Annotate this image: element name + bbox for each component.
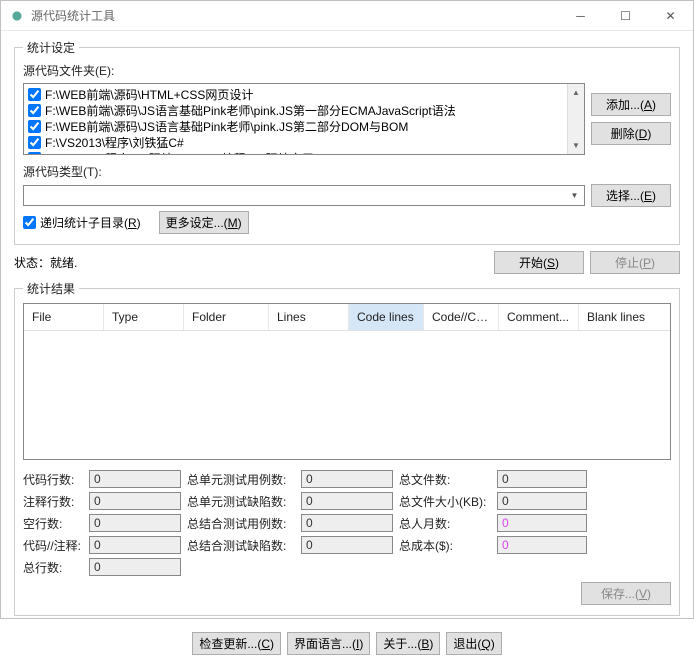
total-files-value: 0 <box>497 470 587 488</box>
total-size-value: 0 <box>497 492 587 510</box>
folder-checkbox[interactable] <box>28 104 41 117</box>
type-combobox[interactable]: ▼ <box>23 185 585 206</box>
list-item[interactable]: F:\VS2013\程序\刘铁猛C# <box>28 134 580 150</box>
type-label: 源代码类型(T): <box>23 163 671 180</box>
stat-label: 总结合测试用例数: <box>187 515 295 532</box>
stat-label: 总单元测试缺陷数: <box>187 493 295 510</box>
about-button[interactable]: 关于...(B) <box>376 632 440 655</box>
stat-label: 注释行数: <box>23 493 83 510</box>
stop-button: 停止(P) <box>590 251 680 274</box>
exit-button[interactable]: 退出(Q) <box>446 632 501 655</box>
content-area: 统计设定 源代码文件夹(E): F:\WEB前端\源码\HTML+CSS网页设计… <box>1 31 693 667</box>
stat-label: 总行数: <box>23 559 83 576</box>
more-settings-button[interactable]: 更多设定...(M) <box>159 211 249 234</box>
folders-label: 源代码文件夹(E): <box>23 62 671 79</box>
status-label: 状态： <box>14 256 50 270</box>
col-codeco[interactable]: Code//Co... <box>424 304 499 330</box>
maximize-button[interactable]: ☐ <box>603 1 648 31</box>
minimize-button[interactable]: ─ <box>558 1 603 31</box>
combo-cases-value: 0 <box>301 514 393 532</box>
code-lines-value: 0 <box>89 470 181 488</box>
col-folder[interactable]: Folder <box>184 304 269 330</box>
status-row: 状态：就绪. 开始(S) 停止(P) <box>14 251 680 274</box>
folder-checkbox[interactable] <box>28 136 41 149</box>
footer-buttons: 检查更新...(C) 界面语言...(I) 关于...(B) 退出(Q) <box>14 622 680 659</box>
total-lines-value: 0 <box>89 558 181 576</box>
combo-defects-value: 0 <box>301 536 393 554</box>
folder-checkbox[interactable] <box>28 120 41 133</box>
close-button[interactable]: ✕ <box>648 1 693 31</box>
list-item[interactable]: F:\WEB前端\源码\HTML+CSS网页设计 <box>28 86 580 102</box>
list-item[interactable]: F:\VS2013\程序\VC驿站Windows编程\VC驿站实用C++ <box>28 150 580 155</box>
col-blank[interactable]: Blank lines <box>579 304 654 330</box>
start-button[interactable]: 开始(S) <box>494 251 584 274</box>
result-group: 统计结果 File Type Folder Lines Code lines C… <box>14 280 680 616</box>
add-button[interactable]: 添加...(A) <box>591 93 671 116</box>
unit-cases-value: 0 <box>301 470 393 488</box>
save-button: 保存...(V) <box>581 582 671 605</box>
col-lines[interactable]: Lines <box>269 304 349 330</box>
status-value: 就绪. <box>50 256 77 270</box>
scroll-up-icon[interactable]: ▲ <box>568 84 584 101</box>
language-button[interactable]: 界面语言...(I) <box>287 632 370 655</box>
table-header: File Type Folder Lines Code lines Code//… <box>24 304 670 331</box>
col-codelines[interactable]: Code lines <box>349 304 424 330</box>
recurse-checkbox[interactable]: 递归统计子目录(R) <box>23 214 141 231</box>
stat-label: 空行数: <box>23 515 83 532</box>
code-comment-value: 0 <box>89 536 181 554</box>
stat-label: 总结合测试缺陷数: <box>187 537 295 554</box>
list-item[interactable]: F:\WEB前端\源码\JS语言基础Pink老师\pink.JS第一部分ECMA… <box>28 102 580 118</box>
col-file[interactable]: File <box>24 304 104 330</box>
folders-listbox[interactable]: F:\WEB前端\源码\HTML+CSS网页设计 F:\WEB前端\源码\JS语… <box>23 83 585 155</box>
window-title: 源代码统计工具 <box>31 7 558 24</box>
stat-label: 总文件大小(KB): <box>399 493 491 510</box>
stats-grid: 代码行数: 0 总单元测试用例数: 0 总文件数: 0 注释行数: 0 总单元测… <box>23 470 671 576</box>
result-listview[interactable]: File Type Folder Lines Code lines Code//… <box>23 303 671 460</box>
stat-label: 总成本($): <box>399 537 491 554</box>
stat-label: 代码行数: <box>23 471 83 488</box>
scroll-down-icon[interactable]: ▼ <box>568 137 584 154</box>
folder-checkbox[interactable] <box>28 88 41 101</box>
col-comment[interactable]: Comment... <box>499 304 579 330</box>
stat-label: 总单元测试用例数: <box>187 471 295 488</box>
check-update-button[interactable]: 检查更新...(C) <box>192 632 281 655</box>
cost-value: 0 <box>497 536 587 554</box>
stat-label: 总文件数: <box>399 471 491 488</box>
select-button[interactable]: 选择...(E) <box>591 184 671 207</box>
app-icon <box>9 8 25 24</box>
man-month-value: 0 <box>497 514 587 532</box>
titlebar: 源代码统计工具 ─ ☐ ✕ <box>1 1 693 31</box>
result-legend: 统计结果 <box>23 280 79 297</box>
folder-checkbox[interactable] <box>28 152 41 156</box>
stat-label: 总人月数: <box>399 515 491 532</box>
scrollbar[interactable]: ▲ ▼ <box>567 84 584 154</box>
col-type[interactable]: Type <box>104 304 184 330</box>
unit-defects-value: 0 <box>301 492 393 510</box>
delete-button[interactable]: 删除(D) <box>591 122 671 145</box>
chevron-down-icon: ▼ <box>567 188 582 203</box>
settings-legend: 统计设定 <box>23 39 79 56</box>
window-controls: ─ ☐ ✕ <box>558 1 693 31</box>
settings-group: 统计设定 源代码文件夹(E): F:\WEB前端\源码\HTML+CSS网页设计… <box>14 39 680 245</box>
blank-lines-value: 0 <box>89 514 181 532</box>
list-item[interactable]: F:\WEB前端\源码\JS语言基础Pink老师\pink.JS第二部分DOM与… <box>28 118 580 134</box>
comment-lines-value: 0 <box>89 492 181 510</box>
stat-label: 代码//注释: <box>23 537 83 554</box>
